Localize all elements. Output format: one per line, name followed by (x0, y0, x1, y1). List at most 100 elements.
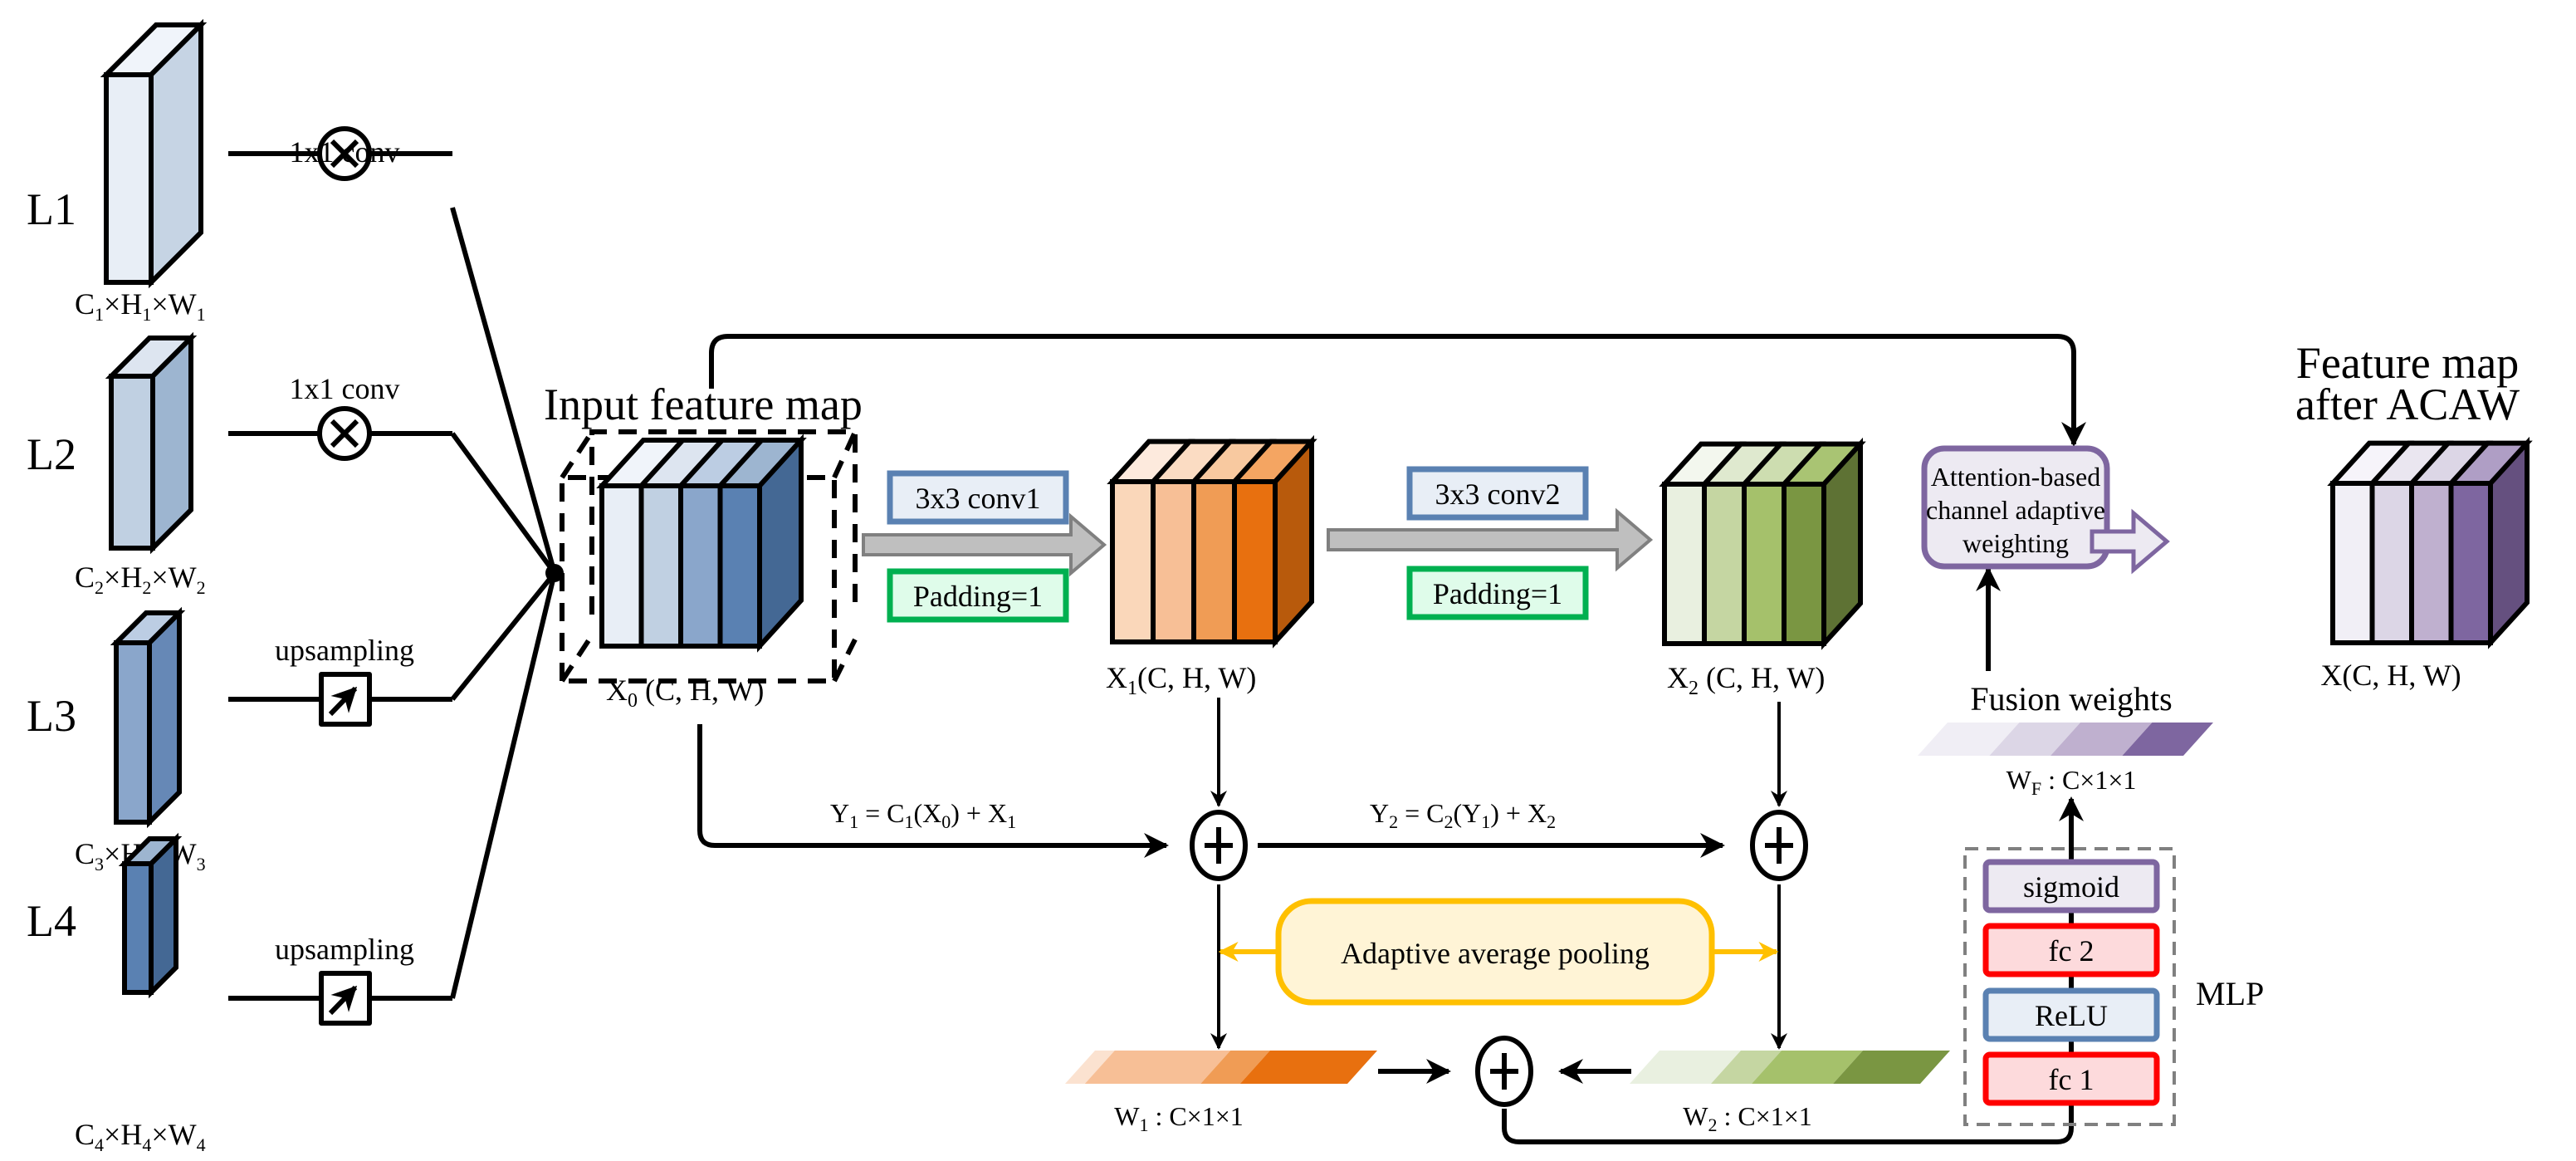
w2-weight-bar (1630, 1051, 1950, 1084)
multiply-circle-icon (317, 406, 372, 461)
channel-slice (2448, 481, 2493, 645)
level-dimensions: C4×H4×W4 (75, 1118, 206, 1155)
mlp-layer-label: sigmoid (2023, 870, 2119, 904)
acaw-block: Attention-based channel adaptive weighti… (1921, 445, 2170, 575)
upsample-arrow-icon (319, 672, 372, 727)
wf-weight-bar (1918, 723, 2213, 756)
x2-cube (1659, 437, 1866, 650)
level-l4: L4 C4×H4×W4 upsampling (27, 832, 452, 1155)
x1-feature-map: X1(C, H, W) (1106, 434, 1317, 699)
level-label: L1 (27, 184, 76, 234)
slab-front-face (109, 374, 155, 551)
x1-label: X1(C, H, W) (1106, 661, 1256, 699)
slab-side-face (150, 331, 193, 555)
channel-slice (1151, 479, 1196, 644)
channel-slice (1702, 482, 1747, 646)
channel-slice (638, 483, 683, 649)
padding-frame-edge (560, 430, 594, 479)
slab-side-face (147, 606, 182, 829)
channel-slice (717, 483, 762, 649)
padding-frame-edge (832, 638, 858, 683)
x2-label: X2 (C, H, W) (1667, 661, 1825, 699)
wf-label: WF : C×1×1 (2007, 765, 2137, 799)
conv1-arrow (862, 512, 1107, 577)
conv1-padding-label: Padding=1 (913, 580, 1043, 613)
sum-node-2 (1750, 810, 1808, 881)
level-op-label: upsampling (275, 634, 414, 667)
level-label: L3 (27, 691, 76, 741)
sum-node-3 (1475, 1036, 1533, 1107)
fusion-weights: Fusion weights WF : C×1×1 (1918, 566, 2213, 799)
wire-l1-to-junction (450, 207, 557, 574)
output-cube (2327, 436, 2533, 649)
adaptive-pooling: Adaptive average pooling (1218, 898, 1779, 1006)
acaw-architecture-diagram: L1 C1×H1×W1 1x1 convL2 C2×H2×W2 1x1 convL3C3… (27, 18, 2533, 1155)
channel-slice (1232, 479, 1278, 644)
acaw-line-2: channel adaptive (1926, 495, 2105, 525)
output-label: X(C, H, W) (2320, 659, 2461, 692)
slab-front-face (104, 72, 154, 285)
mlp-block: sigmoid fc 2 ReLU fc 1 MLP (1963, 796, 2264, 1126)
channel-slice (1742, 482, 1787, 646)
gray-flow-arrow (862, 512, 1107, 577)
input-levels: L1 C1×H1×W1 1x1 convL2 C2×H2×W2 1x1 convL3C3… (27, 18, 452, 1155)
slab-front-face (122, 861, 154, 995)
level-l1: L1C1×H1×W11x1 conv (27, 18, 452, 325)
level-slab (118, 832, 183, 999)
level-dimensions: C1×H1×W1 (75, 287, 206, 325)
slab-side-face (149, 832, 178, 999)
conv1-op-label: 3x3 conv1 (916, 482, 1041, 515)
level-slab (110, 606, 186, 829)
input-cube (560, 429, 858, 683)
level-label: L2 (27, 429, 76, 479)
conv1-block: 3x3 conv1 Padding=1 (862, 470, 1107, 623)
x2-feature-map: X2 (C, H, W) (1659, 437, 1866, 699)
mlp-label: MLP (2196, 975, 2264, 1012)
level-label: L4 (27, 896, 76, 946)
output-title-line-2: after ACAW (2295, 380, 2520, 429)
channel-slice (678, 483, 723, 649)
mlp-layer-label: fc 1 (2049, 1063, 2095, 1096)
level-l2: L2 C2×H2×W2 1x1 conv (27, 331, 452, 598)
x1-cube (1107, 434, 1317, 649)
level-op-label: 1x1 conv (290, 372, 400, 405)
pooling-label: Adaptive average pooling (1341, 937, 1650, 970)
input-feature-map-title: Input feature map (544, 380, 863, 429)
conv2-op-label: 3x3 conv2 (1435, 478, 1561, 511)
acaw-line-1: Attention-based (1931, 462, 2100, 492)
level-l3: L3C3×H3×W3upsampling (27, 606, 452, 874)
channel-slice (1662, 482, 1707, 646)
equation-y1: Y1 = C1(X0) + X1 (830, 798, 1016, 832)
level-dimensions: C2×H2×W2 (75, 561, 206, 598)
channel-slice (599, 483, 644, 649)
sum-node-1 (1190, 810, 1248, 881)
skip-connection-to-acaw (709, 334, 2086, 447)
mlp-layer-label: fc 2 (2049, 934, 2095, 968)
equation-y2: Y2 = C2(Y1) + X2 (1370, 798, 1556, 832)
channel-slice (2369, 481, 2414, 645)
fusion-weights-title: Fusion weights (1970, 680, 2172, 718)
mlp-layer-relu: ReLU (1982, 987, 2160, 1042)
level-op-label: upsampling (275, 933, 414, 966)
channel-slice (1191, 479, 1237, 644)
output-feature-map: Feature map after ACAW X(C, H, W) (2295, 338, 2533, 692)
channel-slice (2409, 481, 2454, 645)
mlp-layer-sigmoid: sigmoid (1982, 859, 2160, 914)
slab-front-face (114, 640, 152, 825)
upsample-arrow-icon (319, 971, 372, 1026)
acaw-line-3: weighting (1963, 528, 2069, 558)
w1-weight-bar (1065, 1051, 1377, 1084)
padding-frame-edge (560, 634, 594, 683)
input-feature-map: Input feature map X0 (C, H, W) (544, 380, 863, 712)
mlp-layer-fc-2: fc 2 (1982, 923, 2160, 977)
mlp-layer-label: ReLU (2035, 999, 2108, 1032)
level-slab (100, 18, 208, 289)
wire-l2-to-junction (450, 432, 557, 575)
w1-label: W1 : C×1×1 (1114, 1101, 1244, 1135)
channel-slice (1110, 479, 1156, 644)
channel-slice (1782, 482, 1826, 646)
channel-slice (2330, 481, 2375, 645)
level-slab (105, 331, 198, 555)
mlp-layer-fc-1: fc 1 (1982, 1051, 2160, 1106)
conv2-block: 3x3 conv2 Padding=1 (1327, 466, 1654, 620)
